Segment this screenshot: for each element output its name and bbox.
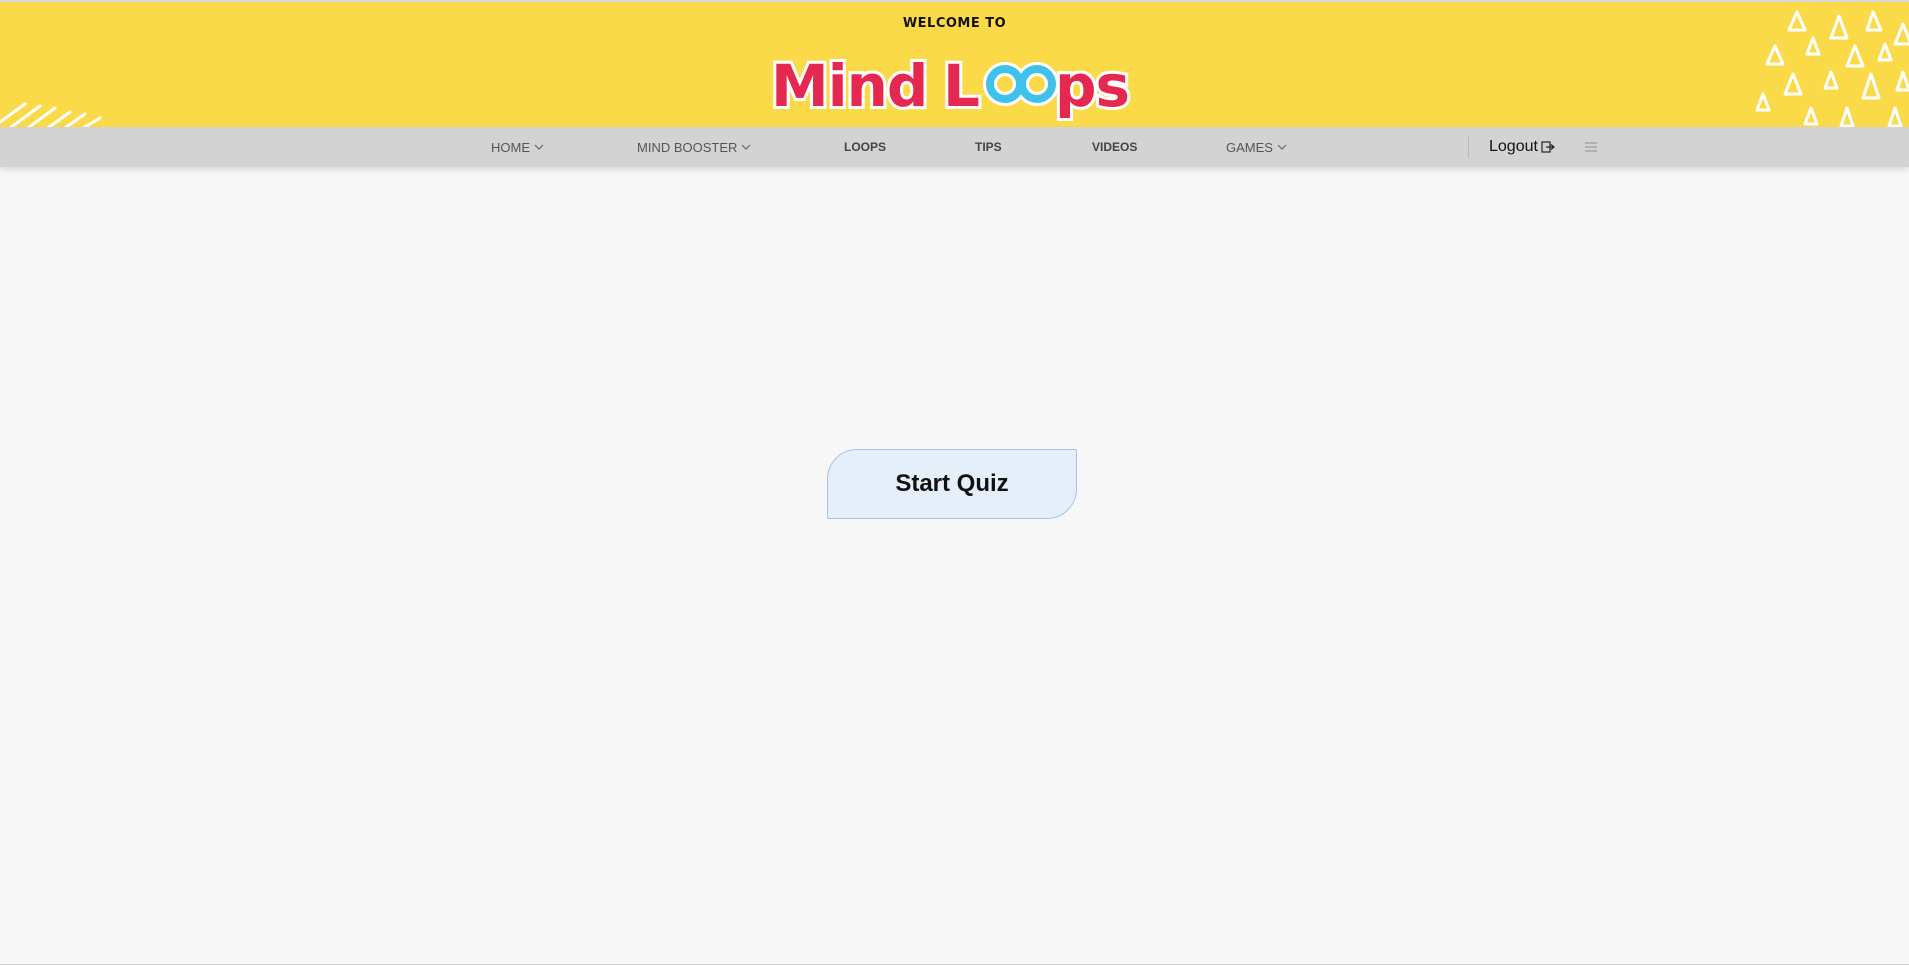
start-quiz-button[interactable]: Start Quiz (827, 449, 1077, 519)
nav-item-label: VIDEOS (1092, 140, 1138, 154)
nav-item-tips[interactable]: TIPS (975, 127, 1002, 167)
chevron-down-icon (741, 144, 751, 150)
main-navigation: HOME MIND BOOSTER LOOPS TIPS VIDEOS GAME… (0, 127, 1909, 167)
scribble-decoration-left (0, 102, 102, 127)
nav-item-loops[interactable]: LOOPS (844, 127, 886, 167)
svg-text:ps: ps (1055, 52, 1129, 120)
nav-item-label: MIND BOOSTER (637, 139, 738, 155)
logout-icon (1541, 141, 1555, 153)
nav-divider (1468, 136, 1469, 158)
nav-item-games[interactable]: GAMES (1226, 127, 1287, 167)
hamburger-icon[interactable] (1584, 140, 1598, 154)
triangle-pattern-decoration (1755, 10, 1909, 127)
mindloops-logo: Mind L ps (768, 49, 1133, 122)
nav-item-label: LOOPS (844, 140, 887, 154)
logout-button[interactable]: Logout (1489, 127, 1555, 167)
nav-item-videos[interactable]: VIDEOS (1092, 127, 1137, 167)
nav-item-mind-booster[interactable]: MIND BOOSTER (637, 127, 751, 167)
nav-item-label: HOME (491, 139, 530, 155)
svg-text:Mind: Mind (771, 52, 927, 120)
welcome-text: WELCOME TO (902, 16, 1007, 31)
chevron-down-icon (1277, 144, 1287, 150)
svg-text:L: L (943, 52, 980, 120)
nav-item-label: TIPS (975, 140, 1002, 154)
nav-item-home[interactable]: HOME (491, 127, 544, 167)
chevron-down-icon (534, 144, 544, 150)
logout-label: Logout (1489, 138, 1538, 155)
nav-item-label: GAMES (1226, 139, 1273, 155)
header-banner: WELCOME TO Mind L ps (0, 2, 1909, 127)
